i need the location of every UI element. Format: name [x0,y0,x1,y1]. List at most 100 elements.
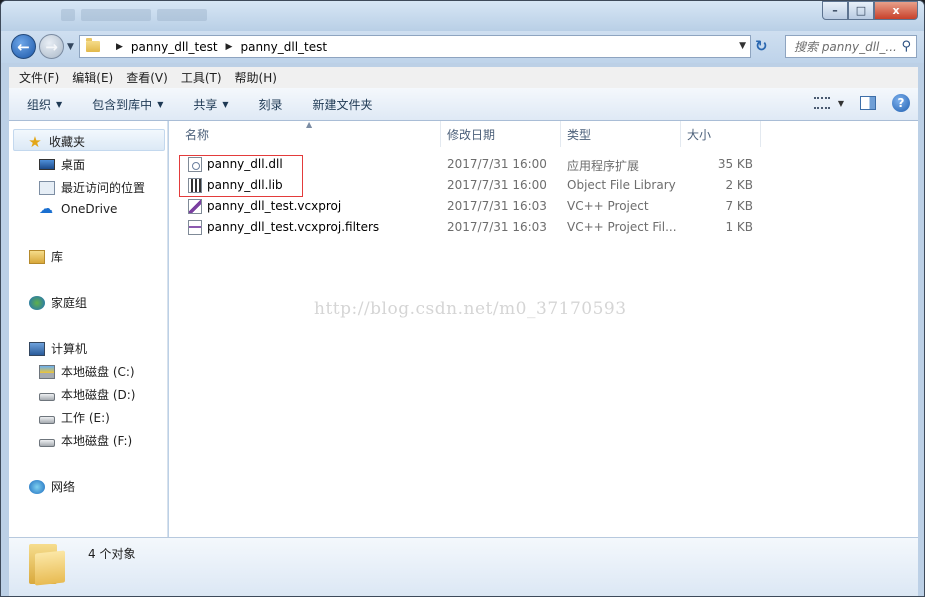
sidebar-label: 最近访问的位置 [61,181,146,195]
item-count: 4 个对象 [88,547,136,561]
sidebar-label: 收藏夹 [49,135,86,149]
sidebar-item-drive-e[interactable]: 工作 (E:) [39,409,110,426]
back-button[interactable]: ← [11,34,36,59]
view-controls: ▼ ? [813,94,910,112]
sidebar-item-drive-f[interactable]: 本地磁盘 (F:) [39,432,132,449]
sidebar-item-computer[interactable]: 计算机 [29,340,87,357]
breadcrumb-arrow-icon[interactable]: ▶ [116,42,123,52]
sidebar-item-favorites[interactable]: ★ 收藏夹 [27,133,85,150]
preview-pane-icon[interactable] [860,96,876,110]
file-type: 应用程序扩展 [567,159,640,173]
details-view-icon [813,97,830,109]
chevron-down-icon: ▼ [56,99,63,109]
file-size: 7 KB [725,199,753,213]
column-header-name[interactable]: 名称 [179,121,441,147]
breadcrumb-item[interactable]: panny_dll_test [240,40,327,54]
vcxproj-icon [188,199,202,214]
details-pane: 4 个对象 [9,537,918,596]
highlight-box [179,155,303,197]
sidebar-label: 本地磁盘 (F:) [61,434,133,448]
change-view-button[interactable]: ▼ [813,97,844,109]
drive-icon [39,438,55,447]
search-input[interactable]: 搜索 panny_dll_... ⚲ [785,35,917,58]
sidebar-label: 计算机 [51,342,88,356]
file-date: 2017/7/31 16:03 [447,199,547,213]
file-list[interactable]: ▲ 名称 修改日期 类型 大小 panny_dll.dll 2017/7/31 … [169,120,918,537]
file-row[interactable]: panny_dll_test.vcxproj 2017/7/31 16:03 V… [169,196,769,217]
address-bar[interactable]: ▶ panny_dll_test ▶ panny_dll_test ▼ [79,35,751,58]
file-date: 2017/7/31 16:03 [447,220,547,234]
network-icon [29,479,45,494]
recent-pages-dropdown[interactable]: ▼ [67,42,74,52]
caption-buttons: – □ x [822,1,918,20]
close-button[interactable]: x [874,1,918,20]
new-folder-button[interactable]: 新建文件夹 [313,96,373,113]
sidebar-item-drive-c[interactable]: 本地磁盘 (C:) [39,363,135,380]
sidebar-label: 本地磁盘 (D:) [61,388,136,402]
help-icon[interactable]: ? [892,94,910,112]
include-in-library-button[interactable]: 包含到库中 ▼ [92,96,163,113]
recent-places-icon [39,180,55,195]
command-bar: 组织 ▼ 包含到库中 ▼ 共享 ▼ 刻录 新建文件夹 ▼ ? [9,88,918,121]
file-date: 2017/7/31 16:00 [447,178,547,192]
search-icon[interactable]: ⚲ [901,39,911,54]
organize-button[interactable]: 组织 ▼ [27,96,62,113]
sidebar-item-desktop[interactable]: 桌面 [39,156,85,173]
sidebar-label: 网络 [51,480,76,494]
chevron-down-icon: ▼ [157,99,164,109]
refresh-icon[interactable]: ↻ [755,37,775,57]
share-button[interactable]: 共享 ▼ [193,96,228,113]
sidebar-label: 桌面 [61,158,86,172]
minimize-button[interactable]: – [822,1,848,20]
homegroup-icon [29,295,45,310]
drive-icon [39,415,55,424]
chevron-down-icon[interactable]: ▼ [739,41,746,51]
chevron-down-icon: ▼ [837,98,844,108]
file-type: Object File Library [567,178,676,192]
organize-label: 组织 [27,97,52,112]
cloud-icon: ☁ [39,201,53,217]
drive-icon [39,392,55,401]
sidebar-label: 本地磁盘 (C:) [61,365,135,379]
maximize-button[interactable]: □ [848,1,874,20]
sidebar-item-drive-d[interactable]: 本地磁盘 (D:) [39,386,135,403]
back-arrow-icon: ← [17,37,30,56]
address-row: ← → ▼ ▶ panny_dll_test ▶ panny_dll_test … [1,31,924,63]
file-size: 2 KB [725,178,753,192]
navigation-pane[interactable]: ★ 收藏夹 桌面 最近访问的位置 ☁ OneDrive 库 家庭组 计算机 本地磁盘… [9,121,168,537]
sidebar-item-onedrive[interactable]: ☁ OneDrive [39,202,117,216]
sidebar-item-network[interactable]: 网络 [29,478,75,495]
include-in-library-label: 包含到库中 [92,97,153,112]
sidebar-item-recent[interactable]: 最近访问的位置 [39,179,145,196]
menu-edit[interactable]: 编辑(E) [72,69,113,86]
burn-button[interactable]: 刻录 [259,96,283,113]
menu-help[interactable]: 帮助(H) [235,69,277,86]
column-header-date[interactable]: 修改日期 [441,121,561,147]
library-icon [29,249,45,264]
menu-file[interactable]: 文件(F) [19,69,59,86]
menu-view[interactable]: 查看(V) [126,69,168,86]
folder-icon [29,544,65,586]
search-placeholder: 搜索 panny_dll_... [794,40,897,54]
forward-button[interactable]: → [39,34,64,59]
chevron-down-icon: ▼ [222,99,229,109]
breadcrumb-arrow-icon[interactable]: ▶ [226,42,233,52]
title-bar[interactable]: – □ x [1,1,924,31]
blurred-title [61,9,231,23]
sidebar-item-libraries[interactable]: 库 [29,248,63,265]
sidebar-item-homegroup[interactable]: 家庭组 [29,294,87,311]
file-row[interactable]: panny_dll_test.vcxproj.filters 2017/7/31… [169,217,769,238]
menu-bar: 文件(F) 编辑(E) 查看(V) 工具(T) 帮助(H) [9,67,918,88]
sidebar-label: OneDrive [61,202,118,216]
file-name: panny_dll_test.vcxproj.filters [207,220,380,234]
computer-icon [29,341,45,356]
column-header-type[interactable]: 类型 [561,121,681,147]
breadcrumb-item[interactable]: panny_dll_test [131,40,218,54]
forward-arrow-icon: → [45,37,58,56]
file-size: 1 KB [725,220,753,234]
folder-icon [86,38,100,52]
sidebar-label: 工作 (E:) [61,411,110,425]
file-type: VC++ Project [567,199,649,213]
menu-tools[interactable]: 工具(T) [181,69,222,86]
column-header-size[interactable]: 大小 [681,121,761,147]
